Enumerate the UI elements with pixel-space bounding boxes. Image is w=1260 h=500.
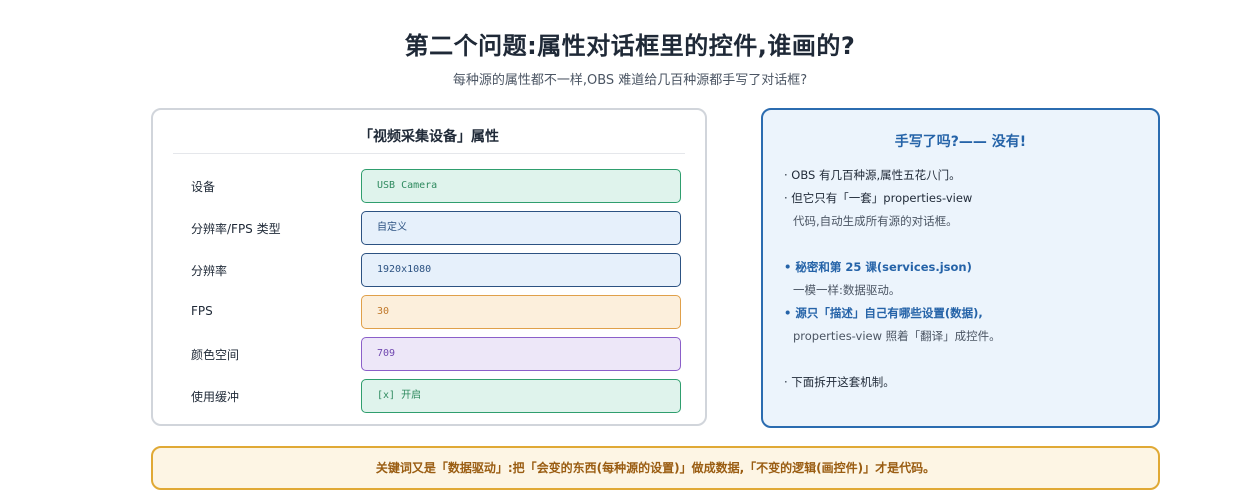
properties-dialog: 「视频采集设备」属性 设备 USB Camera 分辨率/FPS 类型 自定义 …: [151, 108, 707, 426]
panel-line: 一模一样:数据驱动。: [793, 283, 901, 297]
dialog-divider: [173, 153, 685, 154]
device-select[interactable]: USB Camera: [361, 169, 681, 203]
fps-input[interactable]: 30: [361, 295, 681, 329]
property-row-fps: FPS 30: [153, 295, 709, 329]
property-label: FPS: [191, 304, 213, 318]
panel-title: 手写了吗?—— 没有!: [894, 134, 1027, 150]
explanation-panel: 手写了吗?—— 没有! · OBS 有几百种源,属性五花八门。 · 但它只有「一…: [761, 108, 1160, 428]
dialog-title: 「视频采集设备」属性: [359, 129, 499, 145]
panel-line: 代码,自动生成所有源的对话框。: [793, 214, 958, 228]
panel-line: • 秘密和第 25 课(services.json): [784, 260, 972, 274]
property-label: 分辨率/FPS 类型: [191, 222, 281, 236]
panel-line: • 源只「描述」自己有哪些设置(数据),: [784, 306, 983, 320]
property-row-color-space: 颜色空间 709: [153, 337, 709, 371]
resolution-select[interactable]: 1920x1080: [361, 253, 681, 287]
page-subtitle: 每种源的属性都不一样,OBS 难道给几百种源都手写了对话框?: [452, 73, 808, 88]
property-row-resolution: 分辨率 1920x1080: [153, 253, 709, 287]
property-label: 分辨率: [191, 264, 228, 278]
resolution-fps-type-select[interactable]: 自定义: [361, 211, 681, 245]
buffering-checkbox[interactable]: [x] 开启: [361, 379, 681, 413]
property-label: 使用缓冲: [191, 390, 240, 404]
slide: 第二个问题:属性对话框里的控件,谁画的? 每种源的属性都不一样,OBS 难道给几…: [0, 0, 1260, 500]
property-label: 设备: [191, 180, 216, 194]
panel-line: · 下面拆开这套机制。: [784, 375, 895, 389]
panel-line: properties-view 照着「翻译」成控件。: [793, 329, 1001, 343]
property-row-buffering: 使用缓冲 [x] 开启: [153, 379, 709, 413]
property-label: 颜色空间: [191, 348, 240, 362]
property-row-resolution-fps-type: 分辨率/FPS 类型 自定义: [153, 211, 709, 245]
panel-line: · 但它只有「一套」properties-view: [784, 191, 973, 205]
page-title: 第二个问题:属性对话框里的控件,谁画的?: [404, 32, 856, 60]
property-row-device: 设备 USB Camera: [153, 169, 709, 203]
keyword-banner: 关键词又是「数据驱动」:把「会变的东西(每种源的设置)」做成数据,「不变的逻辑(…: [151, 446, 1160, 490]
panel-line: · OBS 有几百种源,属性五花八门。: [784, 168, 961, 182]
color-space-select[interactable]: 709: [361, 337, 681, 371]
